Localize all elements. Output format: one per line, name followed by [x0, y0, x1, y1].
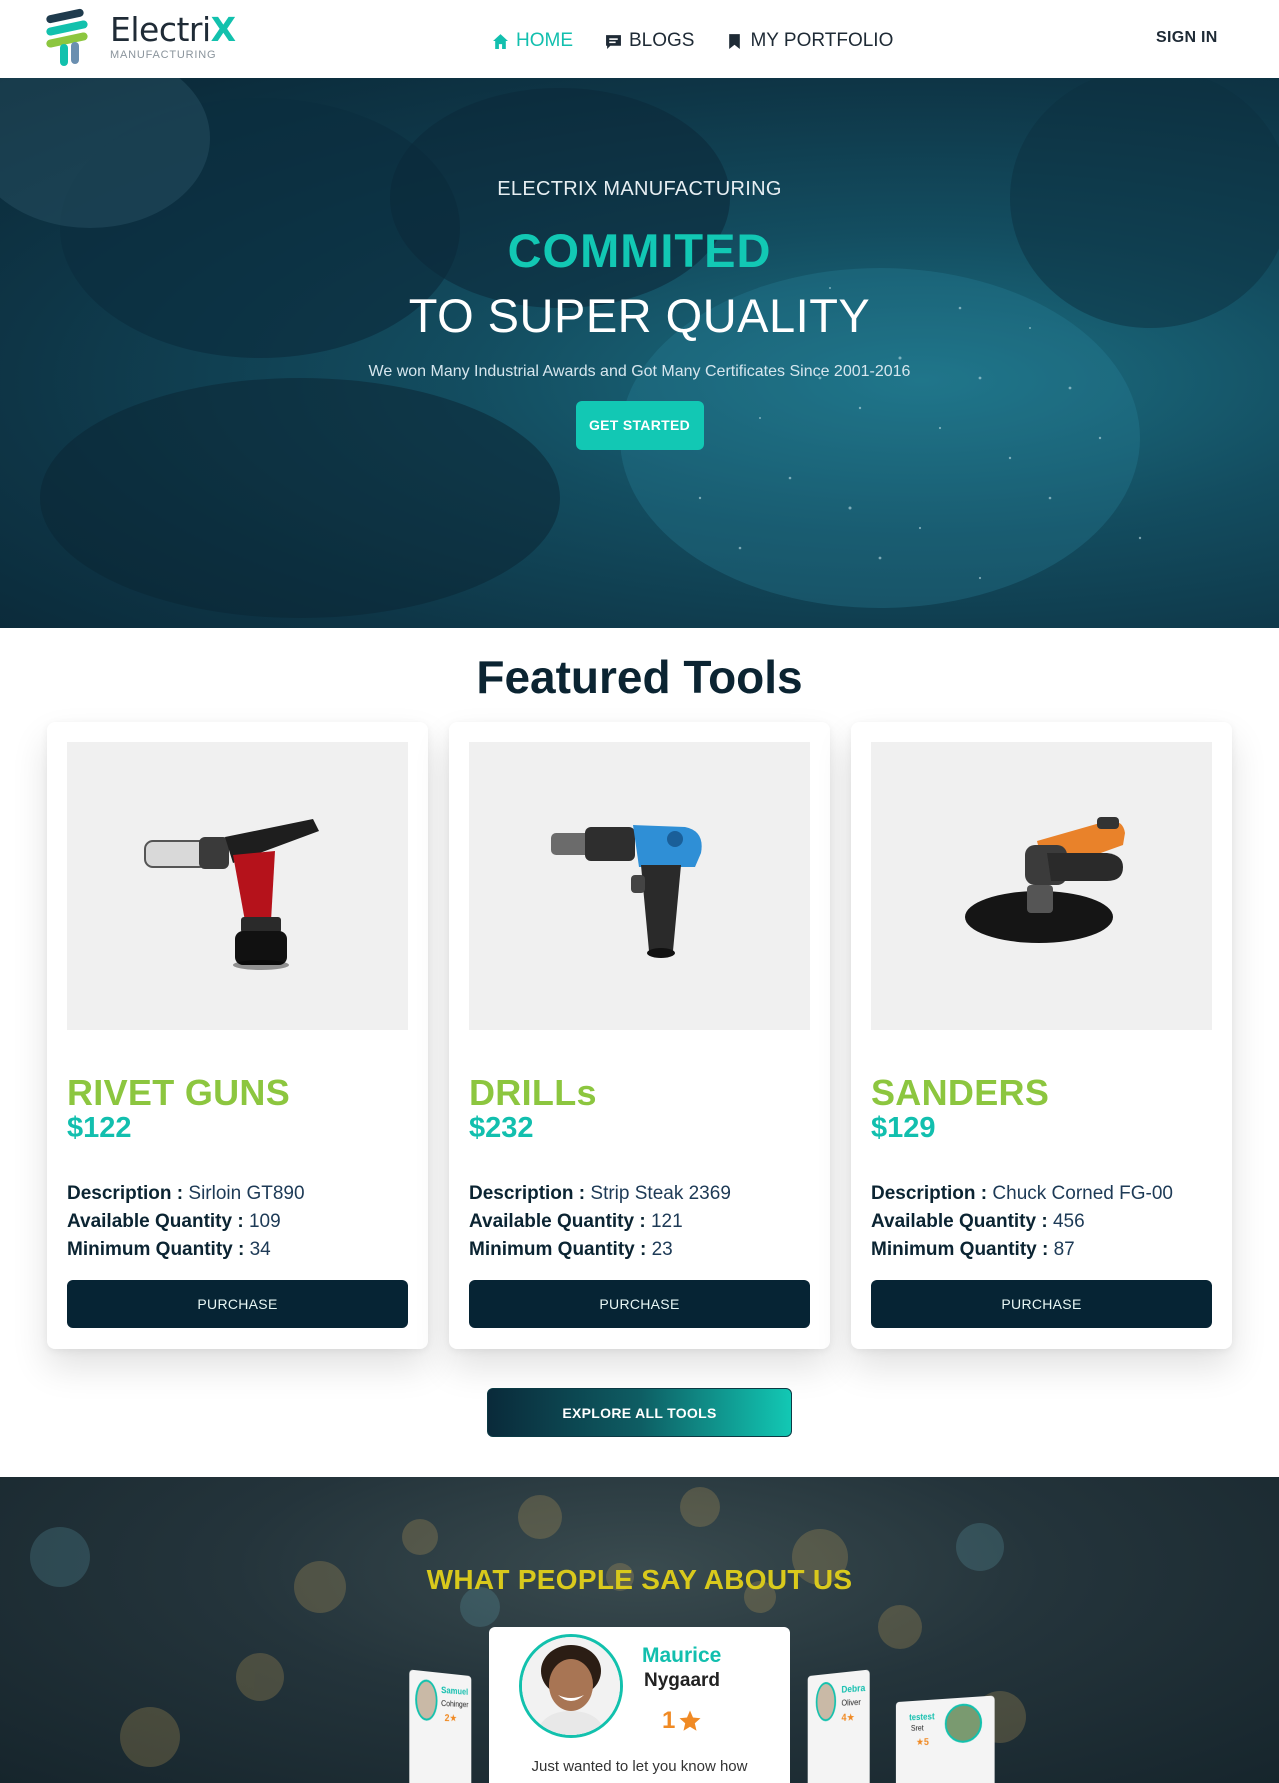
reviewer-first-name: testest [909, 1711, 935, 1723]
signin-link[interactable]: SIGN IN [1156, 29, 1218, 47]
nav-portfolio-label: MY PORTFOLIO [750, 30, 894, 51]
testimonial-quote: Just wanted to let you know how [531, 1758, 748, 1775]
tool-card: SANDERS $129 Description : Chuck Corned … [851, 722, 1232, 1349]
available-quantity-label: Available Quantity : [871, 1211, 1048, 1232]
minimum-quantity-label: Minimum Quantity : [67, 1239, 245, 1260]
brand-logo[interactable]: ElectriX MANUFACTURING [44, 6, 236, 68]
nav-home[interactable]: HOME [492, 30, 573, 52]
explore-all-tools-button[interactable]: EXPLORE ALL TOOLS [487, 1388, 792, 1437]
tool-minimum-quantity: 87 [1053, 1239, 1075, 1260]
nav-blogs-label: BLOGS [629, 30, 695, 51]
testimonial-card[interactable]: Maurice Nygaard 1 Just wanted to let you… [489, 1627, 790, 1783]
tool-name: DRILLs [469, 1072, 597, 1113]
purchase-button[interactable]: PURCHASE [67, 1280, 408, 1328]
avatar [944, 1702, 983, 1743]
reviewer-last-name: Sret [910, 1723, 924, 1733]
reviewer-rating: ★5 [916, 1737, 929, 1749]
available-quantity-label: Available Quantity : [67, 1211, 244, 1232]
hero-subtitle: TO SUPER QUALITY [408, 289, 871, 342]
description-label: Description : [469, 1183, 586, 1204]
reviewer-first-name: Debra [841, 1682, 866, 1695]
brand-name: ElectriX [110, 10, 236, 49]
avatar [815, 1681, 837, 1722]
testimonial-card-side[interactable]: Debra Oliver 4★ [807, 1669, 870, 1783]
message-icon [606, 34, 621, 49]
tool-details: Description : Sirloin GT890 Available Qu… [67, 1180, 305, 1264]
tool-name: SANDERS [871, 1072, 1050, 1113]
description-label: Description : [67, 1183, 184, 1204]
bookmark-icon [729, 33, 741, 49]
drill-image [550, 825, 702, 958]
tool-price: $122 [67, 1112, 132, 1144]
tool-available-quantity: 121 [650, 1211, 683, 1232]
reviewer-rating: 2★ [444, 1713, 458, 1725]
tool-available-quantity: 456 [1052, 1211, 1085, 1232]
hero-banner: ELECTRIX MANUFACTURING COMMITED TO SUPER… [0, 78, 1279, 628]
tool-description: Chuck Corned FG-00 [992, 1183, 1173, 1204]
reviewer-last-name: Oliver [841, 1697, 861, 1708]
get-started-button[interactable]: GET STARTED [575, 401, 704, 450]
featured-tools-title: Featured Tools [476, 651, 803, 703]
nav-home-label: HOME [516, 30, 573, 51]
tool-image [871, 742, 1212, 1030]
available-quantity-label: Available Quantity : [469, 1211, 646, 1232]
rating-value: 1 [662, 1707, 676, 1734]
tool-card: RIVET GUNS $122 Description : Sirloin GT… [47, 722, 428, 1349]
purchase-button[interactable]: PURCHASE [469, 1280, 810, 1328]
tool-description: Strip Steak 2369 [590, 1183, 731, 1204]
tool-minimum-quantity: 34 [249, 1239, 271, 1260]
featured-tools-list: RIVET GUNS $122 Description : Sirloin GT… [47, 722, 1233, 1349]
nav-portfolio[interactable]: MY PORTFOLIO [726, 30, 893, 52]
tool-price: $232 [469, 1112, 534, 1144]
description-label: Description : [871, 1183, 988, 1204]
tool-image [67, 742, 408, 1030]
tool-price: $129 [871, 1112, 936, 1144]
reviewer-first-name: Samuel [441, 1684, 469, 1697]
rivet-gun-image [143, 819, 319, 970]
hero-description: We won Many Industrial Awards and Got Ma… [368, 363, 911, 380]
testimonials-title: WHAT PEOPLE SAY ABOUT US [426, 1564, 853, 1595]
testimonial-card-side[interactable]: testest Sret ★5 [895, 1695, 995, 1783]
sander-image [964, 817, 1125, 943]
hero-title: COMMITED [507, 224, 772, 277]
nav-blogs[interactable]: BLOGS [605, 30, 694, 52]
tool-card: DRILLs $232 Description : Strip Steak 23… [449, 722, 830, 1349]
tool-details: Description : Chuck Corned FG-00 Availab… [871, 1180, 1173, 1264]
minimum-quantity-label: Minimum Quantity : [469, 1239, 647, 1260]
main-nav: HOME BLOGS MY PORTFOLIO [492, 30, 893, 52]
reviewer-last-name: Nygaard [644, 1670, 721, 1691]
star-icon [679, 1710, 701, 1731]
home-icon [493, 33, 508, 49]
reviewer-photo [522, 1637, 620, 1735]
hero-kicker: ELECTRIX MANUFACTURING [497, 178, 782, 200]
avatar [519, 1634, 623, 1738]
reviewer-rating: 1 [662, 1707, 702, 1735]
testimonial-card-side[interactable]: Samuel Cohinger 2★ [409, 1669, 472, 1783]
reviewer-rating: 4★ [841, 1712, 855, 1724]
testimonials-section: WHAT PEOPLE SAY ABOUT US Samuel Cohinger… [0, 1477, 1279, 1783]
electrix-logo-icon [46, 8, 88, 66]
tool-details: Description : Strip Steak 2369 Available… [469, 1180, 731, 1264]
brand-tagline: MANUFACTURING [110, 49, 217, 61]
tool-available-quantity: 109 [248, 1211, 281, 1232]
minimum-quantity-label: Minimum Quantity : [871, 1239, 1049, 1260]
tool-image [469, 742, 810, 1030]
tool-description: Sirloin GT890 [188, 1183, 305, 1204]
avatar [415, 1678, 438, 1721]
reviewer-first-name: Maurice [642, 1644, 722, 1667]
reviewer-last-name: Cohinger [441, 1698, 469, 1710]
tool-name: RIVET GUNS [67, 1072, 291, 1113]
navbar: ElectriX MANUFACTURING HOME BLOGS MY POR… [0, 0, 1279, 78]
purchase-button[interactable]: PURCHASE [871, 1280, 1212, 1328]
tool-minimum-quantity: 23 [651, 1239, 673, 1260]
